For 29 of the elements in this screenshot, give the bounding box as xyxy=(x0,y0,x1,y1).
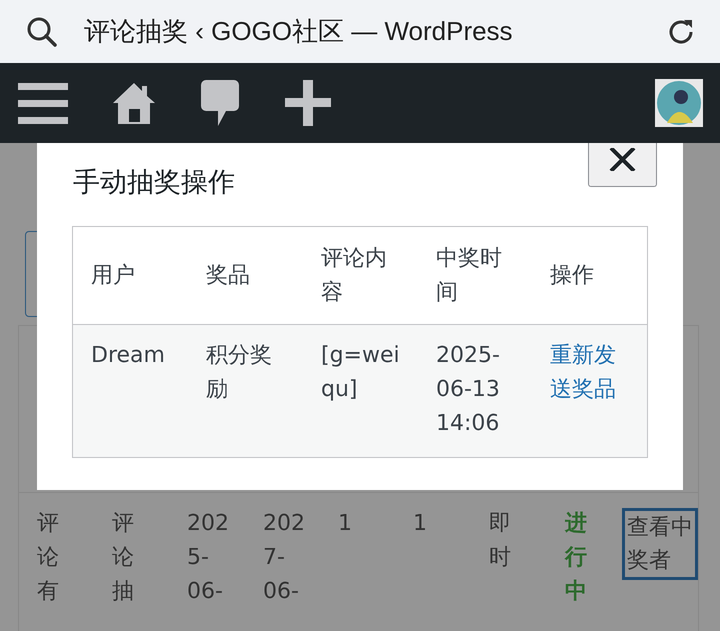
avatar[interactable] xyxy=(655,79,703,127)
table-cell-text: 2027-06- xyxy=(263,510,305,606)
column-header: 用户 xyxy=(90,262,136,290)
table-cell-text: 2025-06-13 14:06 xyxy=(435,342,501,438)
table-cell-text: 评论有 xyxy=(37,510,60,606)
table-cell-text: 2025-06- xyxy=(187,510,229,606)
comment-icon[interactable] xyxy=(200,79,240,127)
column-header: 中奖时间 xyxy=(435,244,503,306)
table-cell-text: 1 xyxy=(413,510,428,538)
dialog-title: 手动抽奖操作 xyxy=(73,166,235,200)
column-header: 奖品 xyxy=(205,262,251,290)
table-cell-text: 积分奖励 xyxy=(205,342,273,404)
page-title: 评论抽奖 ‹ GOGO社区 — WordPress xyxy=(84,15,514,48)
table-cell-text: 评论抽 xyxy=(112,510,135,606)
close-icon xyxy=(609,148,636,171)
plus-icon[interactable] xyxy=(285,80,331,126)
table-cell-text: 即时 xyxy=(489,510,512,572)
table-cell-text: 1 xyxy=(338,510,353,538)
column-header: 评论内容 xyxy=(320,244,388,306)
status-label: 进行中 xyxy=(565,510,588,606)
resend-prize-link[interactable]: 重新发送奖品 xyxy=(550,339,629,407)
table-cell-text: [g=weiqu] xyxy=(320,342,401,404)
view-winners-button[interactable]: 查看中奖者 xyxy=(622,508,698,580)
search-icon[interactable] xyxy=(26,16,58,48)
table-cell-text: Dream xyxy=(90,342,166,370)
close-button[interactable] xyxy=(588,143,657,187)
column-header: 操作 xyxy=(549,262,595,290)
home-icon[interactable] xyxy=(113,81,155,125)
menu-icon[interactable] xyxy=(18,81,68,125)
